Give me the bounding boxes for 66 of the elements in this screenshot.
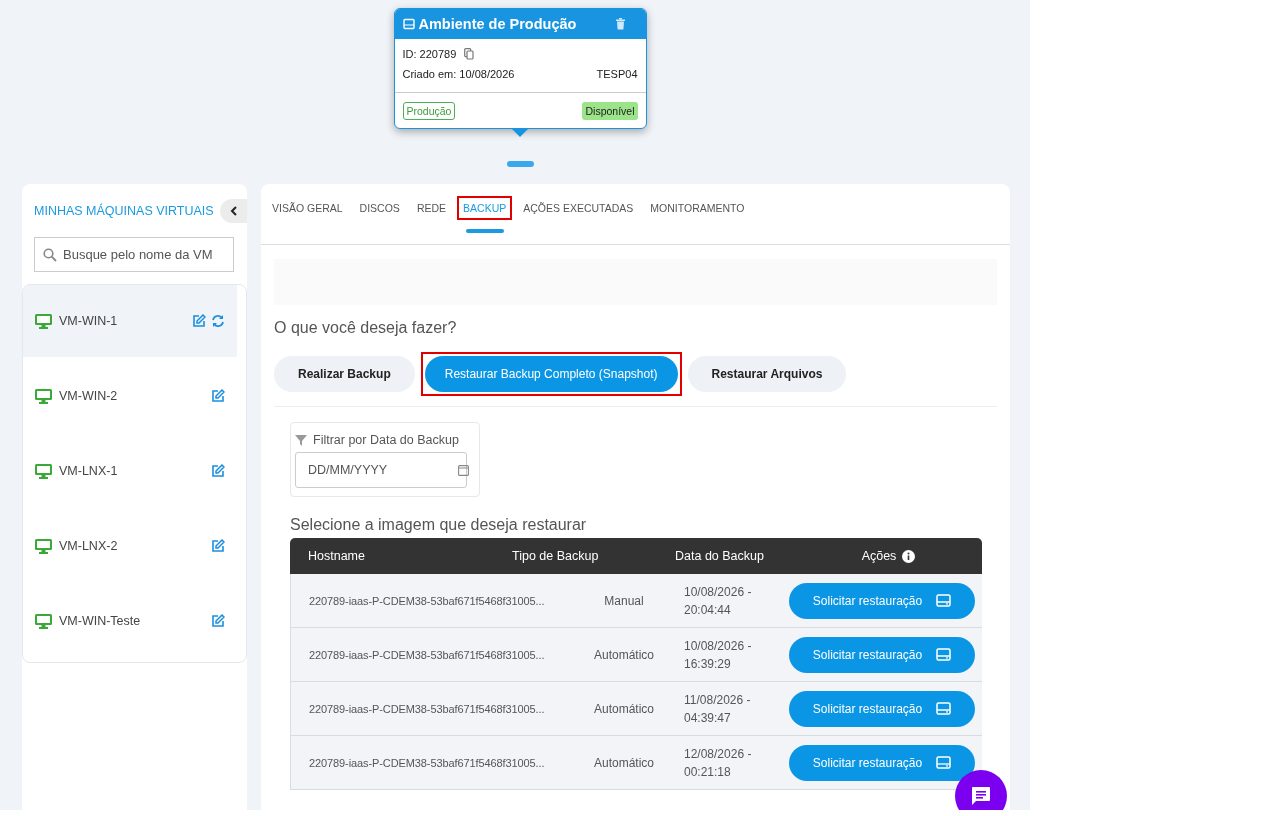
drag-handle[interactable]: [506, 161, 534, 167]
funnel-icon: [295, 434, 307, 446]
table-cell-text: Automático: [593, 647, 655, 662]
tab[interactable]: MONITORAMENTO: [644, 196, 751, 220]
environment-code: TESP04: [596, 68, 638, 80]
drive-icon: [936, 702, 952, 715]
filter-label: Filtrar por Data do Backup: [313, 433, 459, 447]
search-icon: [43, 248, 57, 262]
drive-icon: [936, 594, 952, 607]
monitor-icon: [35, 313, 52, 329]
question-heading: O que você deseja fazer?: [274, 319, 458, 337]
table-cell-text: 12/08/2026 - 00:21:18: [683, 745, 753, 781]
creation-date: Criado em: 10/08/2026: [402, 68, 515, 80]
action-button[interactable]: Restaurar Arquivos: [687, 356, 847, 392]
edit-icon[interactable]: [211, 614, 225, 628]
edit-icon[interactable]: [211, 389, 225, 403]
column-header: Data do Backup: [675, 549, 765, 563]
table-cell-text: Manual: [603, 593, 645, 608]
drive-icon: [402, 18, 415, 30]
edit-icon[interactable]: [211, 539, 225, 553]
chevron-left-icon: [229, 206, 238, 216]
date-field[interactable]: DD/MM/YYYY: [295, 452, 467, 488]
edit-icon[interactable]: [192, 314, 206, 328]
monitor-icon: [35, 538, 52, 554]
vm-list-item[interactable]: VM-LNX-1: [23, 435, 237, 507]
table-title: Selecione a imagem que deseja restaurar: [290, 516, 588, 534]
info-icon[interactable]: [902, 549, 916, 563]
tab[interactable]: VISÃO GERAL: [266, 196, 349, 220]
vm-list-item[interactable]: VM-LNX-2: [23, 510, 237, 582]
drive-icon: [936, 648, 952, 661]
monitor-icon: [35, 388, 52, 404]
vm-list-item[interactable]: VM-WIN-Teste: [23, 585, 237, 657]
monitor-icon: [35, 613, 52, 629]
vm-list-item[interactable]: VM-WIN-2: [23, 360, 237, 432]
search-field[interactable]: Busque pelo nome da VM: [34, 237, 234, 272]
drive-icon: [936, 756, 952, 769]
environment-title: Ambiente de Produção: [418, 16, 578, 32]
table-cell-text: 220789-iaas-P-CDEM38-53baf671f5468f31005...: [308, 756, 546, 769]
copy-icon[interactable]: [464, 48, 475, 60]
delete-icon[interactable]: [614, 18, 626, 30]
tab[interactable]: REDE: [410, 196, 453, 220]
tab[interactable]: DISCOS: [353, 196, 406, 220]
table-cell-text: 10/08/2026 - 20:04:44: [683, 583, 753, 619]
column-header: Hostname: [307, 549, 366, 563]
chat-icon: [971, 786, 991, 806]
table-cell-text: 11/08/2026 - 04:39:47: [683, 691, 752, 727]
status-badge: Disponível: [582, 102, 638, 120]
tab[interactable]: AÇÕES EXECUTADAS: [517, 196, 640, 220]
column-header: Tipo de Backup: [512, 549, 600, 563]
environment-tag: Produção: [402, 102, 456, 120]
action-button[interactable]: Realizar Backup: [274, 356, 415, 392]
environment-id: ID: 220789: [402, 48, 457, 60]
table-cell-text: Automático: [593, 755, 655, 770]
calendar-icon: [458, 464, 469, 476]
monitor-icon: [35, 463, 52, 479]
column-header: Ações: [861, 549, 897, 563]
refresh-icon[interactable]: [211, 314, 225, 328]
sidebar-title: MINHAS MÁQUINAS VIRTUAIS: [34, 204, 214, 218]
table-cell-text: 220789-iaas-P-CDEM38-53baf671f5468f31005...: [308, 702, 546, 715]
table-cell-text: 10/08/2026 - 16:39:29: [683, 637, 753, 673]
table-cell-text: 220789-iaas-P-CDEM38-53baf671f5468f31005...: [308, 594, 546, 607]
table-cell-text: Automático: [593, 701, 655, 716]
vm-list-item[interactable]: VM-WIN-1: [23, 285, 237, 357]
edit-icon[interactable]: [211, 464, 225, 478]
collapse-button[interactable]: [220, 199, 247, 223]
table-cell-text: 220789-iaas-P-CDEM38-53baf671f5468f31005...: [308, 648, 546, 661]
